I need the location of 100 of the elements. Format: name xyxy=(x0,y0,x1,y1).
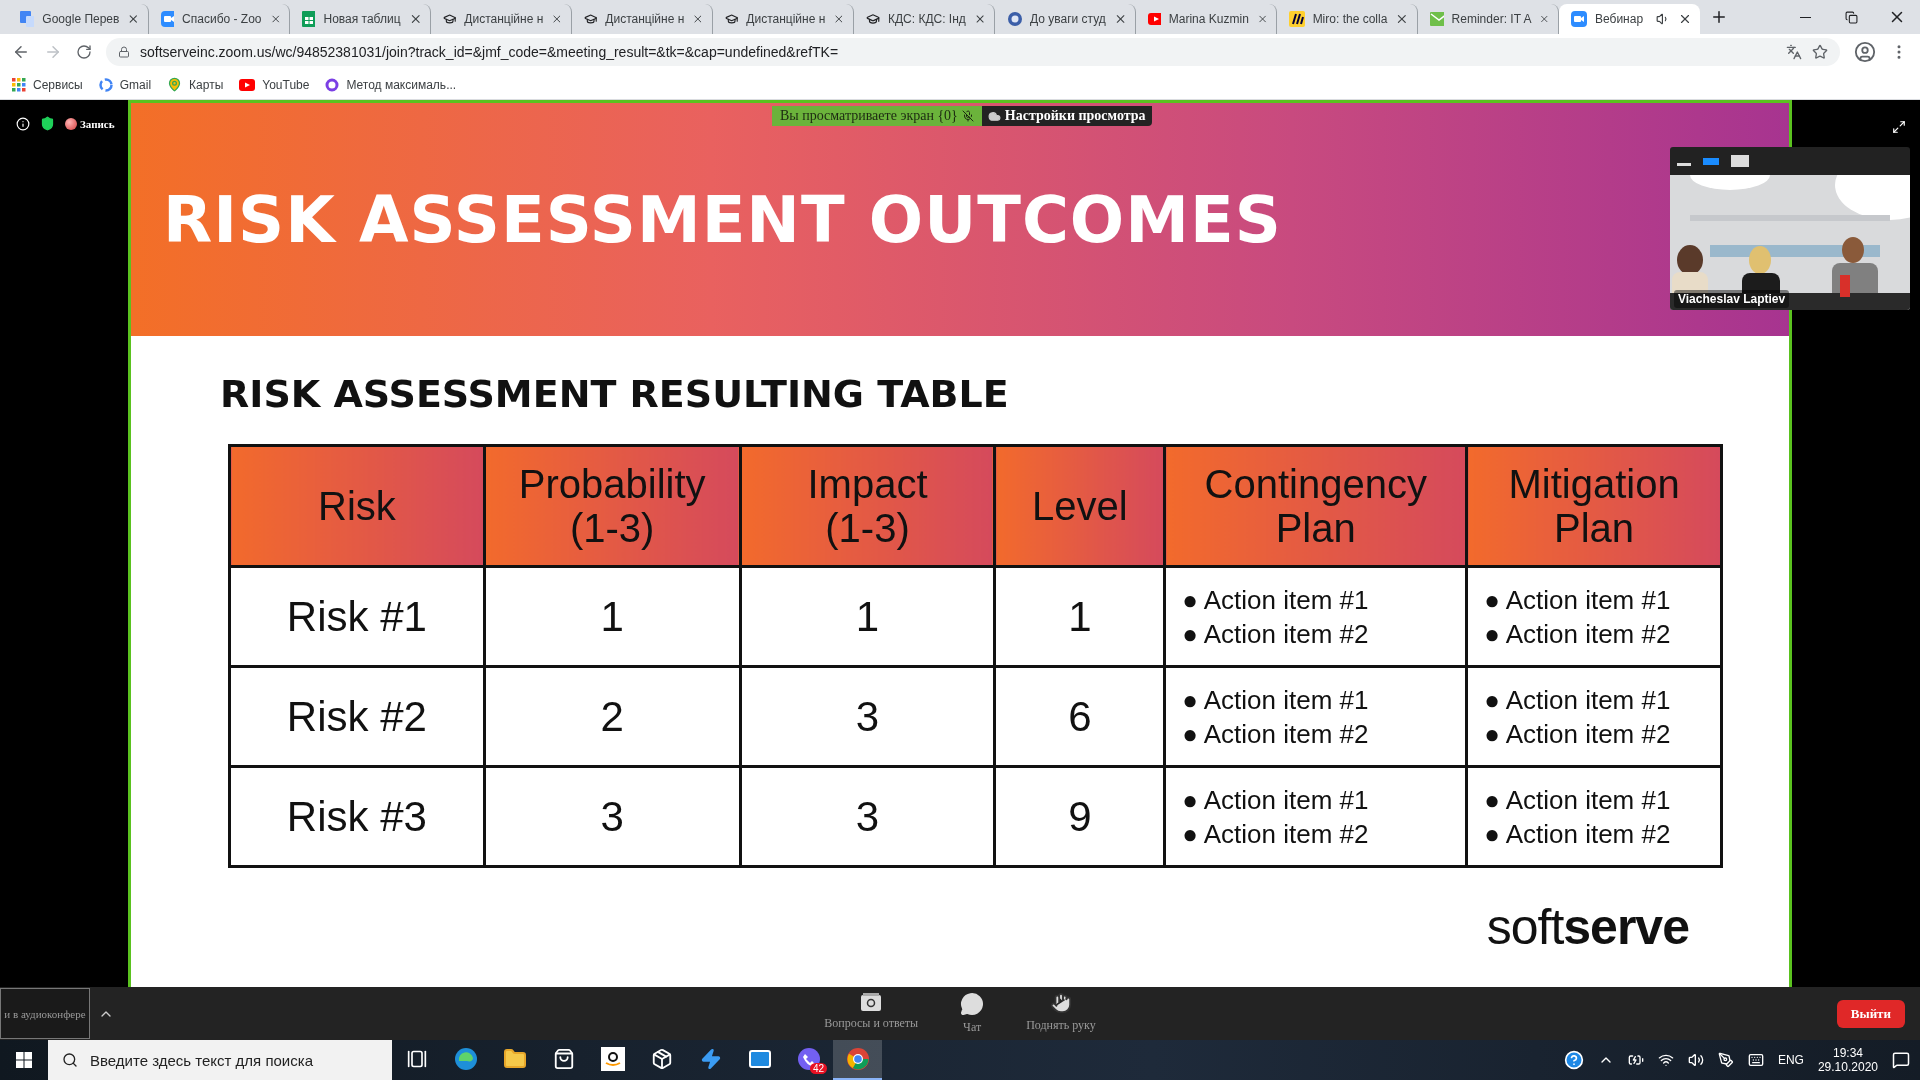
windows-icon xyxy=(16,1052,32,1068)
close-icon[interactable] xyxy=(127,12,140,26)
video-camera-icon xyxy=(161,11,175,27)
minimize-button[interactable] xyxy=(1677,162,1691,166)
table-cell: 1 xyxy=(484,566,741,667)
graduation-cap-icon xyxy=(584,11,598,27)
map-pin-icon xyxy=(167,77,183,92)
task-view-icon xyxy=(406,1049,427,1069)
lightning-icon xyxy=(699,1048,722,1070)
table-title: RISK ASSESSMENT RESULTING TABLE xyxy=(220,372,1010,416)
table-cell: Risk #1 xyxy=(229,566,485,667)
volume-icon[interactable] xyxy=(1687,1052,1704,1068)
minimize-icon xyxy=(1799,16,1811,18)
pen-icon[interactable] xyxy=(1717,1052,1734,1068)
table-cell: Risk #2 xyxy=(229,666,485,767)
help-icon[interactable] xyxy=(1563,1050,1584,1070)
wifi-icon[interactable] xyxy=(1657,1052,1674,1068)
bookmark[interactable]: Карты xyxy=(167,77,224,92)
mail-icon xyxy=(747,1047,772,1071)
search-field[interactable]: Введите здесь текст для поиска xyxy=(48,1040,392,1080)
mic-off-icon xyxy=(961,110,974,122)
new-tab-button[interactable] xyxy=(1710,8,1728,26)
shopping-bag-icon xyxy=(552,1048,575,1070)
browser-tab[interactable]: Вебинар xyxy=(1559,4,1700,34)
action-item: ● Action item #2 xyxy=(1484,617,1672,651)
action-item: ● Action item #1 xyxy=(1484,583,1672,617)
battery-icon[interactable] xyxy=(1627,1052,1644,1068)
graduation-cap-icon xyxy=(443,11,457,27)
table-cell: 2 xyxy=(484,666,741,767)
graduation-cap-icon xyxy=(866,11,880,27)
table-cell: 3 xyxy=(484,766,741,867)
profile-icon[interactable] xyxy=(1854,41,1876,63)
close-icon[interactable] xyxy=(833,12,845,26)
search-icon xyxy=(62,1052,78,1068)
recording-indicator: Запись xyxy=(65,117,115,130)
video-camera-icon xyxy=(1571,11,1587,27)
keyboard-icon[interactable] xyxy=(1747,1052,1764,1068)
play-icon xyxy=(239,78,256,91)
table-cell: 3 xyxy=(740,766,995,867)
column-header: Impact (1-3) xyxy=(740,445,995,567)
emblem-icon xyxy=(1007,11,1022,27)
chat-icon xyxy=(960,992,985,1016)
edge-icon xyxy=(453,1047,478,1071)
sharing-banner: Вы просматриваете экран {0} xyxy=(772,106,982,126)
translate-icon[interactable] xyxy=(1786,44,1802,60)
notification-badge: 42 xyxy=(809,1063,827,1074)
package-icon xyxy=(650,1048,673,1070)
close-icon[interactable] xyxy=(1395,12,1409,26)
view-button[interactable] xyxy=(1703,157,1719,165)
close-icon[interactable] xyxy=(1678,12,1692,26)
apps-grid-icon xyxy=(12,77,26,92)
folder-icon xyxy=(502,1047,527,1071)
back-button[interactable] xyxy=(12,43,30,61)
taskbar-app[interactable]: 42 xyxy=(784,1040,833,1080)
toolbar-button[interactable]: Вопросы и ответы xyxy=(818,991,925,1036)
translate-icon xyxy=(20,11,35,27)
restore-icon xyxy=(1844,10,1858,24)
view-settings-button[interactable]: Настройки просмотра xyxy=(981,106,1152,126)
table-cell: 6 xyxy=(994,666,1165,767)
qa-icon xyxy=(860,992,883,1012)
clock[interactable]: 19:34 29.10.2020 xyxy=(1817,1046,1878,1074)
action-item: ● Action item #1 xyxy=(1182,683,1370,717)
column-header: Contingency Plan xyxy=(1164,445,1467,567)
cloud-icon xyxy=(987,109,1001,123)
envelope-icon xyxy=(1430,12,1444,26)
spreadsheet-icon xyxy=(302,11,316,27)
bookmark[interactable]: Сервисы xyxy=(12,77,83,92)
table-cell: 1 xyxy=(994,566,1165,667)
close-icon[interactable] xyxy=(692,12,704,26)
notifications-icon[interactable] xyxy=(1892,1051,1910,1069)
bookmark[interactable]: Метод максималь... xyxy=(325,77,457,92)
logo: softserve xyxy=(1486,898,1689,956)
action-item: ● Action item #2 xyxy=(1484,717,1672,751)
audio-button[interactable]: и в аудиоконфере xyxy=(0,988,90,1039)
action-item: ● Action item #1 xyxy=(1484,683,1672,717)
info-icon[interactable] xyxy=(16,116,30,131)
fullscreen-button[interactable] xyxy=(1892,120,1906,134)
bookmark[interactable]: YouTube xyxy=(239,77,310,92)
column-header: Probability (1-3) xyxy=(484,445,741,567)
action-item: ● Action item #1 xyxy=(1182,583,1370,617)
address-bar[interactable]: softserveinc.zoom.us/wc/94852381031/join?track_id=&jmf_code=&meeting_result=&tk=&cap=undefined&refTK= xyxy=(106,38,1840,66)
ring-icon xyxy=(325,77,340,92)
action-item: ● Action item #2 xyxy=(1484,817,1672,851)
action-item: ● Action item #2 xyxy=(1182,617,1370,651)
reload-button[interactable] xyxy=(76,44,92,60)
action-item: ● Action item #1 xyxy=(1484,783,1672,817)
lock-icon xyxy=(118,46,130,58)
shield-icon[interactable] xyxy=(40,116,55,131)
table-cell: 3 xyxy=(740,666,995,767)
language-indicator[interactable]: ENG xyxy=(1777,1053,1804,1067)
toolbar-button[interactable]: Чат xyxy=(954,991,991,1036)
stripes-icon xyxy=(1289,11,1305,27)
column-header: Risk xyxy=(229,445,485,567)
close-icon[interactable] xyxy=(551,12,563,26)
raised-hand-icon xyxy=(1049,992,1072,1014)
leave-button[interactable]: Выйти xyxy=(1836,999,1905,1028)
table-cell: 1 xyxy=(740,566,995,667)
star-icon[interactable] xyxy=(1812,44,1828,60)
bookmark[interactable]: Gmail xyxy=(98,77,152,92)
toolbar-button[interactable]: Поднять руку xyxy=(1020,991,1102,1036)
